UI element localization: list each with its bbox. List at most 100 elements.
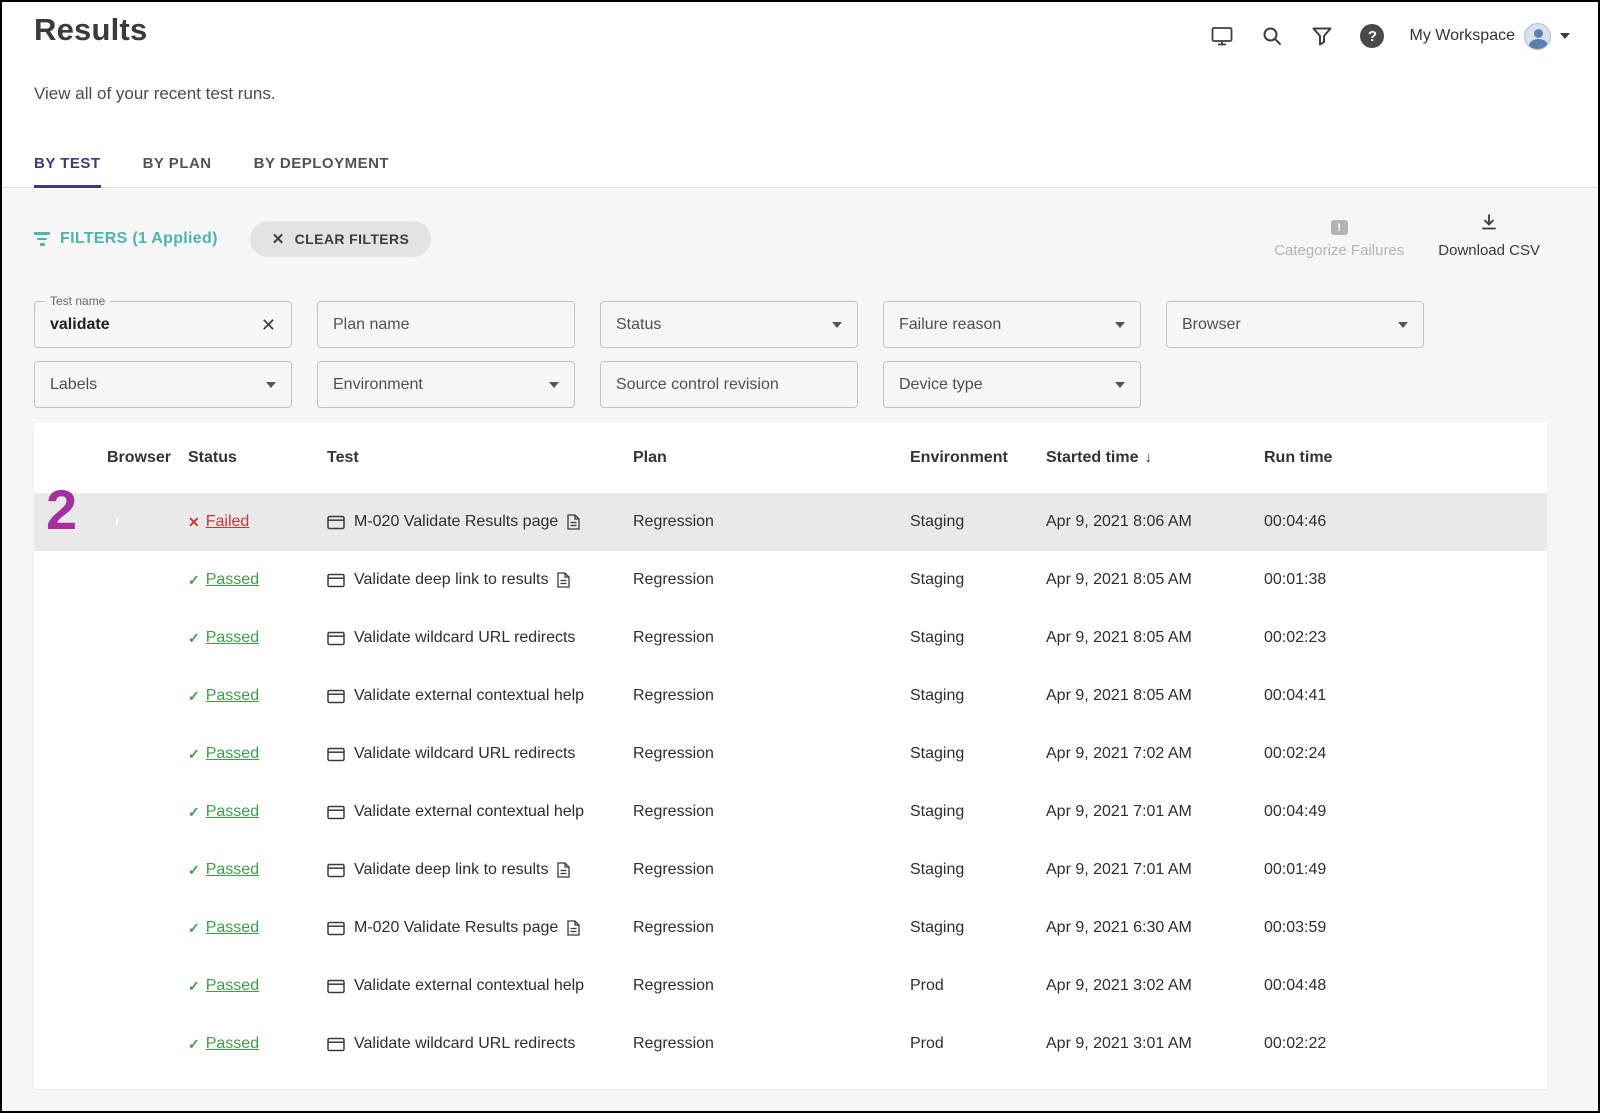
tab-by-test[interactable]: BY TEST bbox=[34, 155, 101, 188]
labels-select[interactable]: Labels bbox=[34, 361, 292, 408]
test-name: Validate wildcard URL redirects bbox=[354, 1035, 575, 1053]
chevron-down-icon bbox=[1115, 322, 1125, 328]
table-row[interactable]: ✓Passed Validate deep link to results Re… bbox=[34, 551, 1547, 609]
chevron-down-icon bbox=[1115, 382, 1125, 388]
status-link[interactable]: Passed bbox=[206, 687, 259, 705]
plan-name-input[interactable] bbox=[333, 316, 559, 334]
categorize-failures-icon: ! bbox=[1331, 220, 1348, 235]
source-control-revision-field[interactable] bbox=[600, 361, 858, 408]
device-type-select[interactable]: Device type bbox=[883, 361, 1141, 408]
document-icon bbox=[557, 862, 570, 878]
download-csv-label: Download CSV bbox=[1438, 242, 1540, 259]
table-row[interactable]: ✓Passed Validate external contextual hel… bbox=[34, 957, 1547, 1015]
table-row[interactable]: ✓Passed Validate wildcard URL redirects … bbox=[34, 609, 1547, 667]
run-time-cell: 00:04:41 bbox=[1264, 687, 1547, 705]
table-row[interactable]: ✓ Passed Validate external contextual hel… bbox=[34, 667, 1547, 725]
download-csv-button[interactable]: Download CSV bbox=[1438, 213, 1540, 259]
clear-test-name-icon[interactable]: ✕ bbox=[261, 316, 276, 334]
device-type-select-label: Device type bbox=[899, 376, 983, 394]
status-link[interactable]: Passed bbox=[206, 803, 259, 821]
search-icon[interactable] bbox=[1259, 23, 1285, 49]
app-window: Results View all of your recent test run… bbox=[0, 0, 1600, 1113]
status-link[interactable]: Passed bbox=[206, 745, 259, 763]
tab-by-plan[interactable]: BY PLAN bbox=[143, 155, 212, 188]
started-time-cell: Apr 9, 2021 7:01 AM bbox=[1046, 803, 1264, 821]
test-name: Validate external contextual help bbox=[354, 977, 584, 995]
status-select[interactable]: Status bbox=[600, 301, 858, 348]
environment-select[interactable]: Environment bbox=[317, 361, 575, 408]
workspace-menu[interactable]: My Workspace bbox=[1409, 23, 1570, 50]
results-table: Browser Status Test Plan Environment Sta… bbox=[34, 423, 1547, 1089]
test-name-field[interactable]: Test name ✕ bbox=[34, 301, 292, 348]
status-link[interactable]: Passed bbox=[206, 629, 259, 647]
test-name: Validate deep link to results bbox=[354, 861, 548, 879]
test-name-field-label: Test name bbox=[45, 294, 110, 308]
filter-row-1: Test name ✕ Status Failure reason Browse… bbox=[34, 301, 1424, 348]
table-row[interactable]: ✓Passed Validate external contextual hel… bbox=[34, 783, 1547, 841]
status-select-label: Status bbox=[616, 316, 661, 334]
sort-desc-icon: ↓ bbox=[1144, 449, 1152, 466]
environment-cell: Staging bbox=[910, 687, 1046, 705]
environment-cell: Staging bbox=[910, 861, 1046, 879]
test-name-input[interactable] bbox=[50, 316, 261, 334]
test-name: M-020 Validate Results page bbox=[354, 919, 558, 937]
status-link[interactable]: Passed bbox=[206, 1035, 259, 1053]
run-time-cell: 00:04:48 bbox=[1264, 977, 1547, 995]
plan-cell: Regression bbox=[633, 919, 910, 937]
test-name: Validate deep link to results bbox=[354, 571, 548, 589]
chevron-down-icon bbox=[266, 382, 276, 388]
environment-cell: Staging bbox=[910, 745, 1046, 763]
tab-by-deployment[interactable]: BY DEPLOYMENT bbox=[254, 155, 389, 188]
column-header-started-time[interactable]: Started time↓ bbox=[1046, 449, 1264, 467]
export-actions: ! Categorize Failures Download CSV bbox=[1274, 213, 1540, 259]
browser-window-icon bbox=[327, 979, 345, 994]
passed-icon: ✓ bbox=[188, 688, 200, 705]
run-time-cell: 00:02:22 bbox=[1264, 1035, 1547, 1053]
browser-select-label: Browser bbox=[1182, 316, 1241, 334]
categorize-failures-button[interactable]: ! Categorize Failures bbox=[1274, 220, 1404, 259]
run-time-cell: 00:03:59 bbox=[1264, 919, 1547, 937]
table-row[interactable]: ✓Passed Validate deep link to results Re… bbox=[34, 841, 1547, 899]
plan-cell: Regression bbox=[633, 861, 910, 879]
passed-icon: ✓ bbox=[188, 920, 200, 937]
browser-window-icon bbox=[327, 573, 345, 588]
plan-cell: Regression bbox=[633, 571, 910, 589]
tab-bar: BY TEST BY PLAN BY DEPLOYMENT bbox=[34, 155, 389, 188]
failure-reason-select-label: Failure reason bbox=[899, 316, 1001, 334]
browser-select[interactable]: Browser bbox=[1166, 301, 1424, 348]
status-link[interactable]: Failed bbox=[206, 513, 250, 531]
test-name: Validate external contextual help bbox=[354, 687, 584, 705]
run-time-cell: 00:01:49 bbox=[1264, 861, 1547, 879]
clear-filters-button[interactable]: ✕ CLEAR FILTERS bbox=[250, 221, 432, 257]
test-name: Validate external contextual help bbox=[354, 803, 584, 821]
filter-row-2: Labels Environment Device type bbox=[34, 361, 1141, 408]
filters-summary[interactable]: FILTERS (1 Applied) bbox=[34, 230, 218, 248]
failure-reason-select[interactable]: Failure reason bbox=[883, 301, 1141, 348]
chevron-down-icon bbox=[549, 382, 559, 388]
table-row[interactable]: ✓Passed Validate wildcard URL redirects … bbox=[34, 725, 1547, 783]
results-content: FILTERS (1 Applied) ✕ CLEAR FILTERS ! Ca… bbox=[2, 189, 1598, 1111]
top-nav-icons: ? My Workspace bbox=[1209, 20, 1570, 52]
help-icon[interactable]: ? bbox=[1359, 23, 1385, 49]
table-row[interactable]: ✓Passed Validate wildcard URL redirects … bbox=[34, 1015, 1547, 1073]
page-title: Results bbox=[34, 12, 147, 48]
status-link[interactable]: Passed bbox=[206, 919, 259, 937]
source-control-revision-input[interactable] bbox=[616, 376, 842, 394]
table-row[interactable]: ✕Failed M-020 Validate Results page Regr… bbox=[34, 493, 1547, 551]
plan-cell: Regression bbox=[633, 687, 910, 705]
status-link[interactable]: Passed bbox=[206, 861, 259, 879]
browser-window-icon bbox=[327, 515, 345, 530]
status-link[interactable]: Passed bbox=[206, 977, 259, 995]
plan-name-field[interactable] bbox=[317, 301, 575, 348]
categorize-failures-label: Categorize Failures bbox=[1274, 242, 1404, 259]
passed-icon: ✓ bbox=[188, 630, 200, 647]
run-time-cell: 00:04:46 bbox=[1264, 513, 1547, 531]
started-time-cell: Apr 9, 2021 3:01 AM bbox=[1046, 1035, 1264, 1053]
filter-icon[interactable] bbox=[1309, 23, 1335, 49]
status-link[interactable]: Passed bbox=[206, 571, 259, 589]
run-time-cell: 00:02:24 bbox=[1264, 745, 1547, 763]
browser-window-icon bbox=[327, 631, 345, 646]
environment-cell: Staging bbox=[910, 803, 1046, 821]
table-row[interactable]: ✓ Passed M-020 Validate Results page Regr… bbox=[34, 899, 1547, 957]
monitor-icon[interactable] bbox=[1209, 23, 1235, 49]
